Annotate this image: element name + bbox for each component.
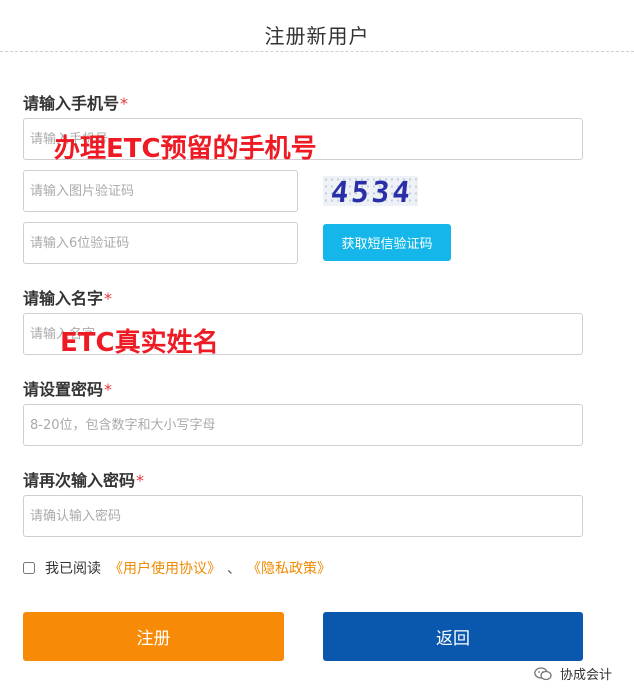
required-mark: * (104, 380, 113, 399)
confirm-password-input[interactable] (23, 495, 583, 537)
password-label-text: 请设置密码 (23, 380, 104, 399)
required-mark: * (104, 289, 113, 308)
watermark: 协成会计 (534, 664, 612, 683)
page-title: 注册新用户 (264, 24, 370, 48)
agreement-checkbox[interactable] (23, 562, 35, 574)
captcha-text: 4534 (329, 176, 415, 206)
password-label: 请设置密码* (23, 376, 112, 400)
register-button[interactable]: 注册 (23, 612, 284, 661)
watermark-text: 协成会计 (559, 668, 612, 683)
password-input[interactable] (23, 404, 583, 446)
phone-annotation: 办理ETC预留的手机号 (54, 134, 317, 164)
user-agreement-link[interactable]: 《用户使用协议》 (109, 558, 221, 578)
phone-label-text: 请输入手机号 (23, 94, 120, 113)
get-sms-code-button[interactable]: 获取短信验证码 (323, 224, 451, 261)
register-page: 注册新用户 请输入手机号* 办理ETC预留的手机号 4534 获取短信验证码 请… (0, 0, 634, 700)
required-mark: * (136, 471, 145, 490)
back-button[interactable]: 返回 (323, 612, 583, 661)
name-annotation: ETC真实姓名 (60, 328, 219, 358)
confirm-password-label-text: 请再次输入密码 (23, 471, 136, 490)
required-mark: * (120, 94, 129, 113)
agreement-row: 我已阅读 《用户使用协议》 、 《隐私政策》 (23, 558, 331, 578)
privacy-policy-link[interactable]: 《隐私政策》 (247, 558, 331, 578)
image-code-input[interactable] (23, 170, 298, 212)
page-header: 注册新用户 (0, 0, 634, 52)
name-label: 请输入名字* (23, 285, 112, 309)
agreement-separator: 、 (227, 561, 241, 577)
wechat-icon (534, 666, 552, 681)
sms-code-input[interactable] (23, 222, 298, 264)
phone-label: 请输入手机号* (23, 90, 128, 114)
name-label-text: 请输入名字 (23, 289, 104, 308)
confirm-password-label: 请再次输入密码* (23, 467, 144, 491)
captcha-image[interactable]: 4534 (323, 176, 418, 206)
agreement-prefix: 我已阅读 (45, 561, 101, 577)
